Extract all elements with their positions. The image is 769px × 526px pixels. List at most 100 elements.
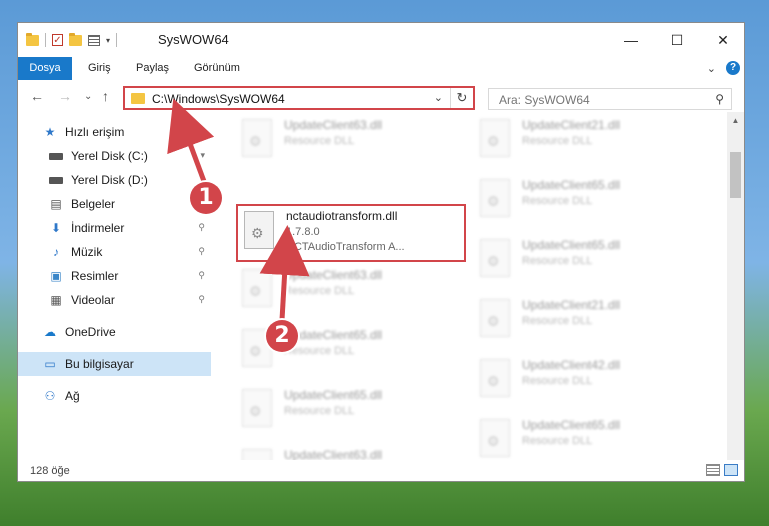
tab-share[interactable]: Paylaş: [126, 57, 179, 80]
ribbon-tabs: Dosya Giriş Paylaş Görünüm ⌄ ?: [18, 57, 744, 80]
file-tile[interactable]: UpdateClient63.dll Resource DLL: [234, 112, 464, 170]
sidebar-item-network[interactable]: ⚇ Ağ: [18, 384, 211, 408]
close-button[interactable]: ✕: [700, 23, 744, 57]
file-version: 1.7.8.0: [286, 226, 320, 238]
file-tile[interactable]: UpdateClient65.dll Resource DLL: [472, 412, 702, 460]
step-1-badge: 1: [190, 182, 222, 214]
address-path[interactable]: C:\Windows\SysWOW64: [152, 92, 285, 106]
computer-icon: ▭: [44, 357, 56, 371]
sidebar-item-label: Videolar: [71, 293, 115, 307]
file-tile[interactable]: UpdateClient21.dll Resource DLL: [472, 112, 702, 170]
sidebar-item-documents[interactable]: ▤ Belgeler: [18, 192, 211, 216]
explorer-window: ✓ ▾ SysWOW64 — ☐ ✕ Dosya Giriş Paylaş Gö…: [17, 22, 745, 482]
sidebar-item-onedrive[interactable]: ☁ OneDrive: [18, 320, 211, 344]
file-name: UpdateClient63.dll: [284, 448, 383, 460]
documents-icon: ▤: [50, 197, 62, 211]
file-tile[interactable]: UpdateClient21.dll Resource DLL: [472, 292, 702, 350]
sidebar-item-label: Yerel Disk (C:): [71, 149, 148, 163]
drive-icon: [48, 173, 64, 187]
file-name: UpdateClient65.dll: [284, 328, 383, 342]
sidebar-item-label: Belgeler: [71, 197, 116, 211]
file-name: UpdateClient63.dll: [284, 268, 383, 282]
file-name: UpdateClient65.dll: [284, 388, 383, 402]
sidebar-item-music[interactable]: ♪ Müzik ⚲: [18, 240, 211, 264]
refresh-button[interactable]: ↻: [450, 88, 473, 108]
sidebar-item-this-pc[interactable]: ▭ Bu bilgisayar: [18, 352, 211, 376]
separator: [116, 33, 118, 47]
file-tile[interactable]: UpdateClient65.dll Resource DLL: [472, 172, 702, 230]
tab-home[interactable]: Giriş: [78, 57, 121, 80]
file-name: nctaudiotransform.dll: [286, 209, 398, 223]
address-bar[interactable]: C:\Windows\SysWOW64 ⌄ ↻: [123, 86, 475, 110]
sidebar-item-downloads[interactable]: ⬇ İndirmeler ⚲: [18, 216, 211, 240]
pin-icon: ⚲: [198, 270, 205, 280]
network-icon: ⚇: [44, 389, 56, 403]
file-tile[interactable]: UpdateClient63.dll Resource DLL: [234, 262, 464, 320]
sidebar-item-label: Ağ: [65, 389, 80, 403]
sidebar-item-label: Bu bilgisayar: [65, 357, 134, 371]
dll-file-icon: [480, 239, 510, 277]
navigation-bar: ← → ⌄ ↑ C:\Windows\SysWOW64 ⌄ ↻ ⚲: [18, 84, 744, 112]
dll-file-icon: [242, 449, 272, 460]
new-folder-icon[interactable]: [69, 32, 82, 46]
address-history-icon[interactable]: ⌄: [434, 91, 443, 104]
file-name: UpdateClient65.dll: [522, 178, 621, 192]
file-type: Resource DLL: [522, 315, 593, 327]
sidebar-item-videos[interactable]: ▦ Videolar ⚲: [18, 288, 211, 312]
sidebar-item-disk-d[interactable]: Yerel Disk (D:): [18, 168, 211, 192]
customize-dropdown-icon[interactable]: ▾: [106, 36, 110, 45]
recent-locations-button[interactable]: ⌄: [84, 91, 92, 102]
dll-file-icon: [480, 359, 510, 397]
pictures-icon: ▣: [50, 269, 62, 283]
tab-view[interactable]: Görünüm: [184, 57, 250, 80]
properties-check-icon[interactable]: ✓: [52, 34, 63, 46]
file-name: UpdateClient65.dll: [522, 238, 621, 252]
customize-list-icon[interactable]: [88, 34, 100, 46]
pin-icon: ⚲: [198, 294, 205, 304]
expand-ribbon-icon[interactable]: ⌄: [707, 62, 716, 75]
file-name: UpdateClient63.dll: [284, 118, 383, 132]
search-input[interactable]: [497, 92, 701, 108]
up-button[interactable]: ↑: [102, 88, 109, 104]
dll-file-icon: [480, 179, 510, 217]
file-tile[interactable]: UpdateClient63.dll Resource DLL: [234, 442, 464, 460]
vertical-scrollbar[interactable]: ▲ ▼: [727, 112, 744, 481]
scroll-thumb[interactable]: [730, 152, 741, 198]
file-tile[interactable]: UpdateClient42.dll Resource DLL: [472, 352, 702, 410]
forward-button[interactable]: →: [58, 88, 72, 104]
drive-icon: [48, 149, 64, 163]
tab-file[interactable]: Dosya: [18, 57, 72, 80]
step-2-badge: 2: [266, 320, 298, 352]
download-icon: ⬇: [50, 221, 62, 235]
search-box[interactable]: ⚲: [488, 88, 732, 110]
search-icon[interactable]: ⚲: [715, 92, 724, 106]
sidebar-item-disk-c[interactable]: Yerel Disk (C:) ▾: [18, 144, 211, 168]
help-icon[interactable]: ?: [726, 61, 740, 75]
dll-file-icon: [480, 419, 510, 457]
sidebar-item-quick-access[interactable]: ★ Hızlı erişim: [18, 120, 211, 144]
file-type: Resource DLL: [522, 435, 593, 447]
file-tile[interactable]: UpdateClient65.dll Resource DLL: [234, 382, 464, 440]
scroll-up-icon[interactable]: ▲: [727, 112, 744, 129]
maximize-button[interactable]: ☐: [654, 23, 700, 57]
back-button[interactable]: ←: [30, 88, 44, 104]
item-count: 128 öğe: [30, 465, 70, 477]
file-name: UpdateClient65.dll: [522, 418, 621, 432]
file-type: Resource DLL: [284, 285, 355, 297]
tiles-view-icon[interactable]: [724, 464, 738, 476]
status-bar: 128 öğe: [18, 460, 744, 481]
dll-file-icon: [480, 119, 510, 157]
file-tile-selected[interactable]: nctaudiotransform.dll 1.7.8.0 NCTAudioTr…: [236, 204, 466, 262]
sidebar-item-label: Müzik: [71, 245, 103, 259]
dll-file-icon: [242, 269, 272, 307]
file-type: Resource DLL: [284, 345, 355, 357]
file-tile[interactable]: UpdateClient65.dll Resource DLL: [472, 232, 702, 290]
minimize-button[interactable]: —: [608, 23, 654, 57]
quick-access-toolbar: ✓ ▾: [26, 32, 118, 47]
videos-icon: ▦: [50, 293, 62, 307]
details-view-icon[interactable]: [706, 464, 720, 476]
navigation-pane: ★ Hızlı erişim Yerel Disk (C:) ▾ Yerel D…: [18, 120, 211, 460]
file-type: Resource DLL: [522, 195, 593, 207]
sidebar-item-pictures[interactable]: ▣ Resimler ⚲: [18, 264, 211, 288]
file-description: NCTAudioTransform A...: [286, 241, 405, 253]
